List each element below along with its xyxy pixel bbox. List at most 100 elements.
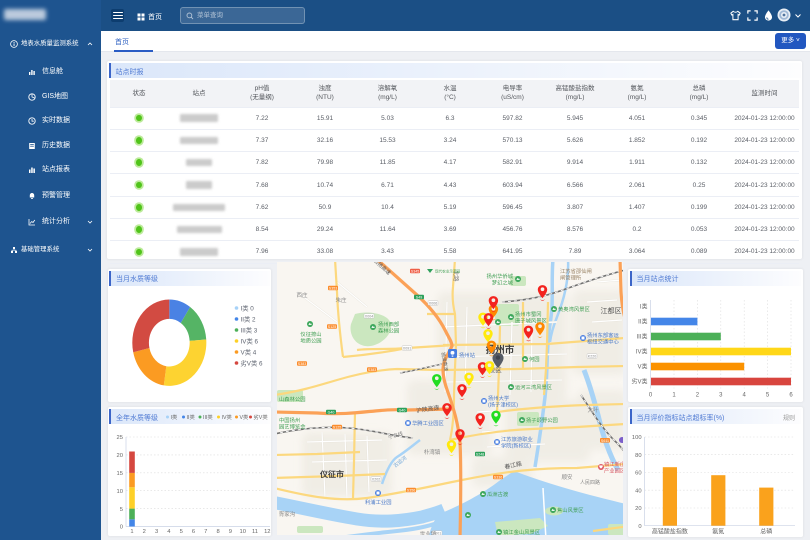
svg-text:劣V类 6: 劣V类 6 [240, 358, 263, 367]
svg-text:扬州站: 扬州站 [459, 351, 476, 359]
svg-text:顺安: 顺安 [561, 473, 573, 481]
svg-text:高锰酸盐指数: 高锰酸盐指数 [652, 527, 688, 535]
svg-text:S383: S383 [368, 368, 376, 372]
svg-text:20: 20 [635, 506, 641, 512]
svg-text:X004: X004 [365, 315, 373, 319]
svg-text:镇江金山风景区: 镇江金山风景区 [503, 528, 541, 535]
svg-text:IV类 6: IV类 6 [240, 336, 258, 345]
svg-text:氨氮: 氨氮 [712, 527, 724, 535]
svg-text:江都区: 江都区 [601, 307, 622, 315]
svg-text:镇江新(区): 镇江新(区) [604, 460, 623, 468]
svg-text:产业园区: 产业园区 [604, 467, 623, 475]
svg-text:扬州大学: 扬州大学 [488, 394, 509, 402]
svg-text:S611: S611 [601, 439, 609, 443]
svg-text:森林公园: 森林公园 [378, 327, 399, 335]
svg-text:S383: S383 [298, 362, 306, 366]
svg-text:100: 100 [632, 435, 642, 441]
svg-text:11: 11 [251, 529, 257, 535]
svg-text:现代农业示范园: 现代农业示范园 [435, 269, 461, 274]
svg-text:扬州华侨城: 扬州华侨城 [487, 272, 514, 280]
svg-text:X202: X202 [372, 478, 380, 482]
svg-text:IV类: IV类 [636, 347, 648, 355]
svg-text:2: 2 [696, 392, 700, 398]
svg-text:25: 25 [116, 435, 122, 441]
svg-text:II类: II类 [638, 317, 647, 325]
svg-text:I类 0: I类 0 [240, 303, 254, 312]
svg-text:3: 3 [154, 529, 157, 535]
svg-text:7: 7 [204, 529, 207, 535]
svg-text:华腾工业园区: 华腾工业园区 [412, 419, 444, 427]
svg-text:地质公园: 地质公园 [300, 337, 321, 345]
svg-text:2: 2 [142, 529, 145, 535]
svg-text:9: 9 [228, 529, 231, 535]
svg-text:5: 5 [179, 529, 182, 535]
svg-text:总磷: 总磷 [760, 527, 772, 535]
svg-text:5: 5 [766, 392, 770, 398]
svg-text:5: 5 [119, 507, 122, 513]
svg-text:V类: V类 [637, 362, 647, 370]
svg-text:S125: S125 [328, 325, 336, 329]
svg-text:黄奥湾风景区: 黄奥湾风景区 [558, 305, 590, 313]
svg-text:枢纽交通中心: 枢纽交通中心 [587, 338, 619, 346]
svg-text:80: 80 [635, 453, 641, 459]
svg-text:运河三湾风景区: 运河三湾风景区 [515, 383, 553, 391]
svg-text:扬州市蜀冈: 扬州市蜀冈 [515, 310, 542, 318]
svg-text:0: 0 [649, 392, 653, 398]
svg-text:K220: K220 [588, 355, 596, 359]
svg-text:60: 60 [635, 471, 641, 477]
svg-text:12: 12 [264, 529, 270, 535]
svg-text:3: 3 [719, 392, 723, 398]
svg-text:20: 20 [116, 453, 122, 459]
svg-text:扬州西部: 扬州西部 [378, 320, 400, 328]
svg-text:10: 10 [116, 489, 122, 495]
svg-text:S356: S356 [407, 489, 415, 493]
svg-text:V类 4: V类 4 [240, 347, 256, 356]
svg-text:S336: S336 [494, 476, 502, 480]
svg-text:8: 8 [216, 529, 219, 535]
svg-text:闸管理所: 闸管理所 [560, 274, 582, 282]
svg-text:S353: S353 [329, 287, 337, 291]
svg-text:6: 6 [789, 392, 793, 398]
svg-text:(扬子津校区): (扬子津校区) [488, 401, 518, 409]
svg-text:山森林公园: 山森林公园 [279, 395, 306, 403]
svg-text:江苏旅游职业: 江苏旅游职业 [501, 435, 533, 443]
svg-text:西庄: 西庄 [296, 291, 308, 299]
svg-text:G40: G40 [399, 409, 406, 413]
svg-text:4: 4 [743, 392, 747, 398]
svg-text:大叶: 大叶 [587, 406, 599, 414]
svg-text:江苏省邵仙闸: 江苏省邵仙闸 [560, 267, 592, 275]
svg-text:S49: S49 [416, 296, 422, 300]
svg-text:何园: 何园 [529, 355, 540, 363]
svg-text:4: 4 [167, 529, 171, 535]
svg-text:III类: III类 [636, 332, 647, 340]
svg-text:园艺博览会: 园艺博览会 [279, 423, 306, 431]
svg-text:扬子颂野公园: 扬子颂野公园 [526, 416, 558, 424]
svg-text:劣V类: 劣V类 [631, 377, 647, 385]
svg-text:中国扬州: 中国扬州 [279, 416, 300, 424]
svg-text:人民四路: 人民四路 [580, 479, 600, 486]
svg-text:1: 1 [672, 392, 676, 398]
svg-text:S248: S248 [476, 453, 484, 457]
svg-text:10: 10 [239, 529, 245, 535]
svg-text:X006: X006 [429, 302, 437, 306]
svg-text:II类 2: II类 2 [240, 314, 256, 323]
svg-text:瓜洲古渡: 瓜洲古渡 [487, 490, 509, 498]
svg-text:15: 15 [116, 471, 122, 477]
svg-text:朱庄: 朱庄 [335, 296, 347, 304]
svg-text:焦山风景区: 焦山风景区 [557, 506, 584, 514]
svg-text:G40: G40 [328, 411, 335, 415]
svg-text:朴湾镇: 朴湾镇 [424, 448, 441, 456]
svg-text:0: 0 [638, 524, 641, 530]
svg-text:仪征捺山: 仪征捺山 [300, 330, 321, 338]
svg-text:梦幻之城: 梦幻之城 [492, 279, 514, 287]
svg-text:利浦工业园: 利浦工业园 [365, 498, 392, 506]
svg-text:仪征市: 仪征市 [319, 469, 344, 479]
svg-text:0: 0 [119, 525, 122, 531]
svg-text:X091: X091 [403, 347, 411, 351]
svg-text:学院(新校区): 学院(新校区) [501, 442, 531, 450]
svg-text:S125: S125 [333, 426, 341, 430]
svg-text:III类 3: III类 3 [240, 325, 257, 334]
svg-text:扬州东部客运: 扬州东部客运 [587, 331, 619, 339]
svg-text:I类: I类 [640, 302, 648, 310]
svg-text:40: 40 [635, 488, 641, 494]
